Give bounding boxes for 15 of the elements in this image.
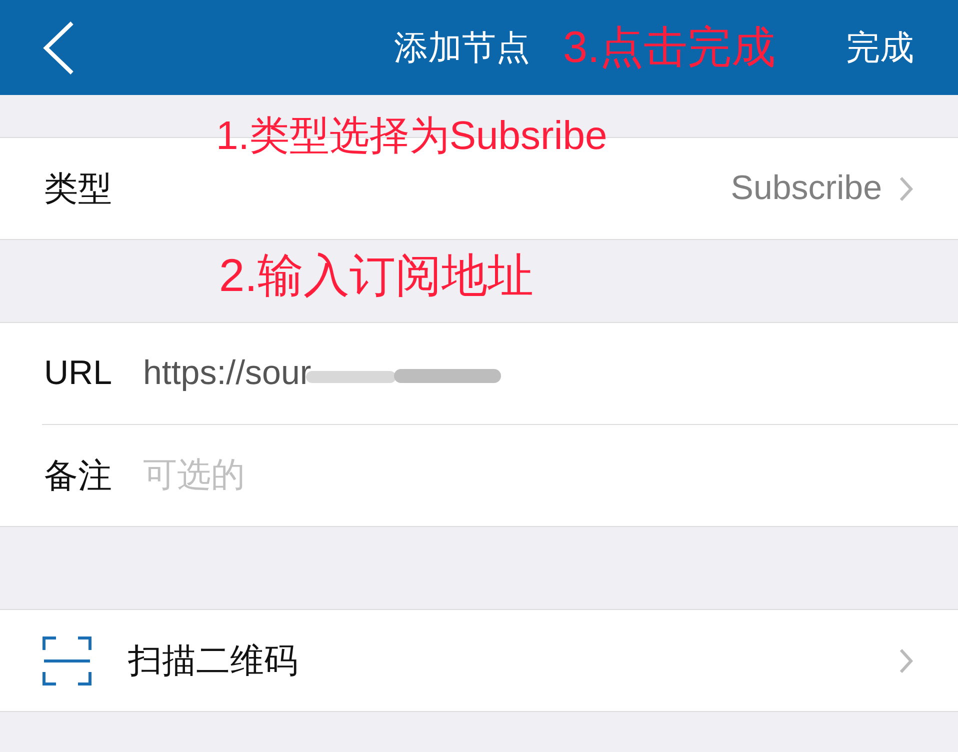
type-label: 类型: [44, 168, 113, 210]
url-field[interactable]: https://sour: [143, 354, 914, 393]
annotation-text: 2.输入订阅地址: [219, 250, 534, 301]
annotation-text: 3.点击完成: [563, 24, 776, 72]
done-button[interactable]: 完成: [846, 24, 914, 70]
chevron-right-icon: [898, 646, 914, 674]
scan-icon: [42, 636, 92, 686]
chevron-right-icon: [898, 174, 914, 202]
page-title: 添加节点: [394, 28, 530, 68]
scan-label: 扫描二维码: [128, 640, 298, 682]
note-field[interactable]: 可选的: [143, 456, 914, 495]
field-label: 备注: [44, 456, 113, 496]
type-value: Subscribe: [730, 169, 882, 208]
scan-qr-row[interactable]: 扫描二维码: [0, 610, 958, 711]
field-label: URL: [44, 354, 114, 393]
